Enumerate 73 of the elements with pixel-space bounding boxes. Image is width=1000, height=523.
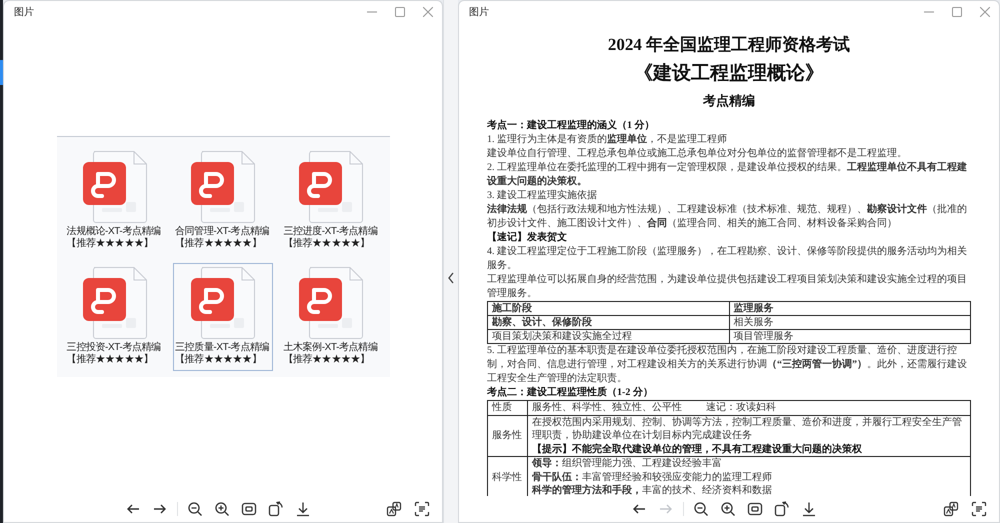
translate-button[interactable]: [384, 499, 404, 519]
paragraph: 1. 监理行为主体是有资质的监理单位，不是监理工程师: [487, 133, 728, 147]
table-cell: 性质: [488, 400, 528, 415]
cell-text: 速记：攻读妇科: [706, 401, 776, 414]
translate-button[interactable]: [941, 499, 961, 519]
file-item[interactable]: 合同管理-XT-考点精编【推荐★★★★★】: [172, 147, 273, 255]
chevron-left-icon: [447, 272, 455, 284]
file-name: 法规概论-XT-考点精编【推荐★★★★★】: [66, 226, 162, 250]
maximize-icon: [952, 7, 962, 17]
rotate-icon: [268, 501, 284, 517]
cell-text: 科学的管理方法和手段，丰富的技术、经济资料和数据: [532, 484, 773, 496]
cell-text: 领导：组织管理能力强、工程建设经验丰富: [532, 457, 723, 470]
paragraph: 3. 建设工程监理实施依据: [487, 189, 598, 203]
document-subtitle: 《建设工程监理概论》: [633, 62, 825, 86]
table-cell: 监理服务: [729, 302, 970, 316]
document-file-icon: [298, 266, 364, 340]
paragraph: 2. 工程监理单位在委托监理的工程中拥有一定管理权限，是建设单位授权的结果。工程监理单位不具有工程建设重大问题的决策权。: [487, 161, 968, 189]
paragraph: 建设单位自行管理、工程总承包单位或施工总承包单位对分包单位的监督管理都不是工程监理。: [487, 147, 908, 161]
table-cell: 服务性: [488, 415, 528, 456]
file-name: 合同管理-XT-考点精编【推荐★★★★★】: [174, 226, 270, 250]
cell-text: 骨干队伍：丰富管理经验和较强应变能力的监理工程师: [532, 470, 773, 484]
paragraph: 5. 工程监理单位的基本职责是在建设单位委托授权范围内，在施工阶段对建设工程质量、造价、进度进行控制，对合同、信息进行管理，对工程建设相关方的关系进行协调（“三控两管一协调”）。此外，还需履行建设工程安全生产管理的法定职责。: [487, 344, 968, 386]
table-cell: 项目管理服务: [729, 330, 970, 344]
zoom-in-icon: [214, 501, 230, 517]
zoom-out-icon: [187, 501, 203, 517]
close-icon: [980, 7, 990, 17]
zoom-out-icon: [693, 501, 709, 517]
section-heading: 【速记】发表贺文: [487, 231, 568, 245]
fit-to-window-icon: [241, 501, 257, 517]
paragraph: 4. 建设工程监理定位于工程施工阶段（监理服务），在工程勘察、设计、保修等阶段提供的服务活动均为相关服务。: [487, 245, 968, 273]
text-scan-button[interactable]: [412, 499, 432, 519]
document-label: 考点精编: [702, 92, 756, 110]
fit-to-window-icon: [747, 501, 763, 517]
table-cell: 相关服务: [729, 316, 970, 330]
translate-icon: [943, 501, 959, 517]
document-file-icon: [190, 266, 256, 340]
cell-text: 【提示】不能完全取代建设单位的管理，不具有工程建设重大问题的决策权: [532, 442, 863, 456]
table-cell: 项目策划决策和建设实施全过程: [488, 330, 729, 344]
rotate-icon: [774, 501, 790, 517]
maximize-icon: [395, 7, 405, 17]
document-file-icon: [82, 266, 148, 340]
download-icon: [801, 501, 817, 517]
table-cell: 施工阶段: [488, 302, 729, 316]
table-cell: 科学性: [488, 456, 528, 496]
document-file-icon: [190, 150, 256, 224]
text-scan-icon: [414, 501, 430, 517]
file-name: 土木案例-XT-考点精编【推荐★★★★★】: [283, 342, 378, 366]
file-item[interactable]: 三控进度-XT-考点精编【推荐★★★★★】: [281, 147, 382, 255]
file-item[interactable]: 土木案例-XT-考点精编【推荐★★★★★】: [281, 263, 382, 371]
text-scan-icon: [971, 501, 987, 517]
file-name: 三控投资-XT-考点精编【推荐★★★★★】: [66, 342, 162, 366]
file-item[interactable]: 三控投资-XT-考点精编【推荐★★★★★】: [64, 263, 165, 371]
file-item[interactable]: 三控质量-XT-考点精编【推荐★★★★★】: [172, 263, 273, 371]
cell-text: 服务性、科学性、独立性、公平性: [532, 401, 682, 414]
translate-icon: [386, 501, 402, 517]
section-heading: 考点二：建设工程监理性质（1-2 分）: [487, 386, 654, 400]
document-title: 2024 年全国监理工程师资格考试: [606, 34, 852, 56]
section-heading: 考点一：建设工程监理的涵义（1 分）: [487, 119, 656, 133]
document-file-icon: [298, 150, 364, 224]
table-cell: 勘察、设计、保修阶段: [488, 316, 729, 330]
text-scan-button[interactable]: [969, 499, 989, 519]
cell-text: 在授权范围内采用规划、控制、协调等方法，控制工程质量、造价和进度，并履行工程安全生产管理职责，协助建设单位在计划目标内完成建设任务: [532, 416, 963, 442]
paragraph: 工程监理单位可以拓展自身的经营范围，为建设单位提供包括建设工程项目策划决策和建设实施全过程的项目管理服务。: [487, 273, 968, 301]
file-name: 三控质量-XT-考点精编【推荐★★★★★】: [174, 342, 270, 366]
zoom-in-icon: [720, 501, 736, 517]
window-title: 图片: [14, 6, 34, 20]
file-name: 三控进度-XT-考点精编【推荐★★★★★】: [283, 226, 378, 250]
close-icon: [423, 7, 433, 17]
paragraph: 法律法规（包括行政法规和地方性法规）、工程建设标准（技术标准、规范、规程）、勘察设计文件（批准的初步设计文件、施工图设计文件）、合同（监理合同、相关的施工合同、材料设备采购合同）: [487, 203, 968, 231]
download-icon: [295, 501, 311, 517]
file-item[interactable]: 法规概论-XT-考点精编【推荐★★★★★】: [64, 147, 165, 255]
window-title: 图片: [469, 6, 489, 20]
document-file-icon: [82, 150, 148, 224]
